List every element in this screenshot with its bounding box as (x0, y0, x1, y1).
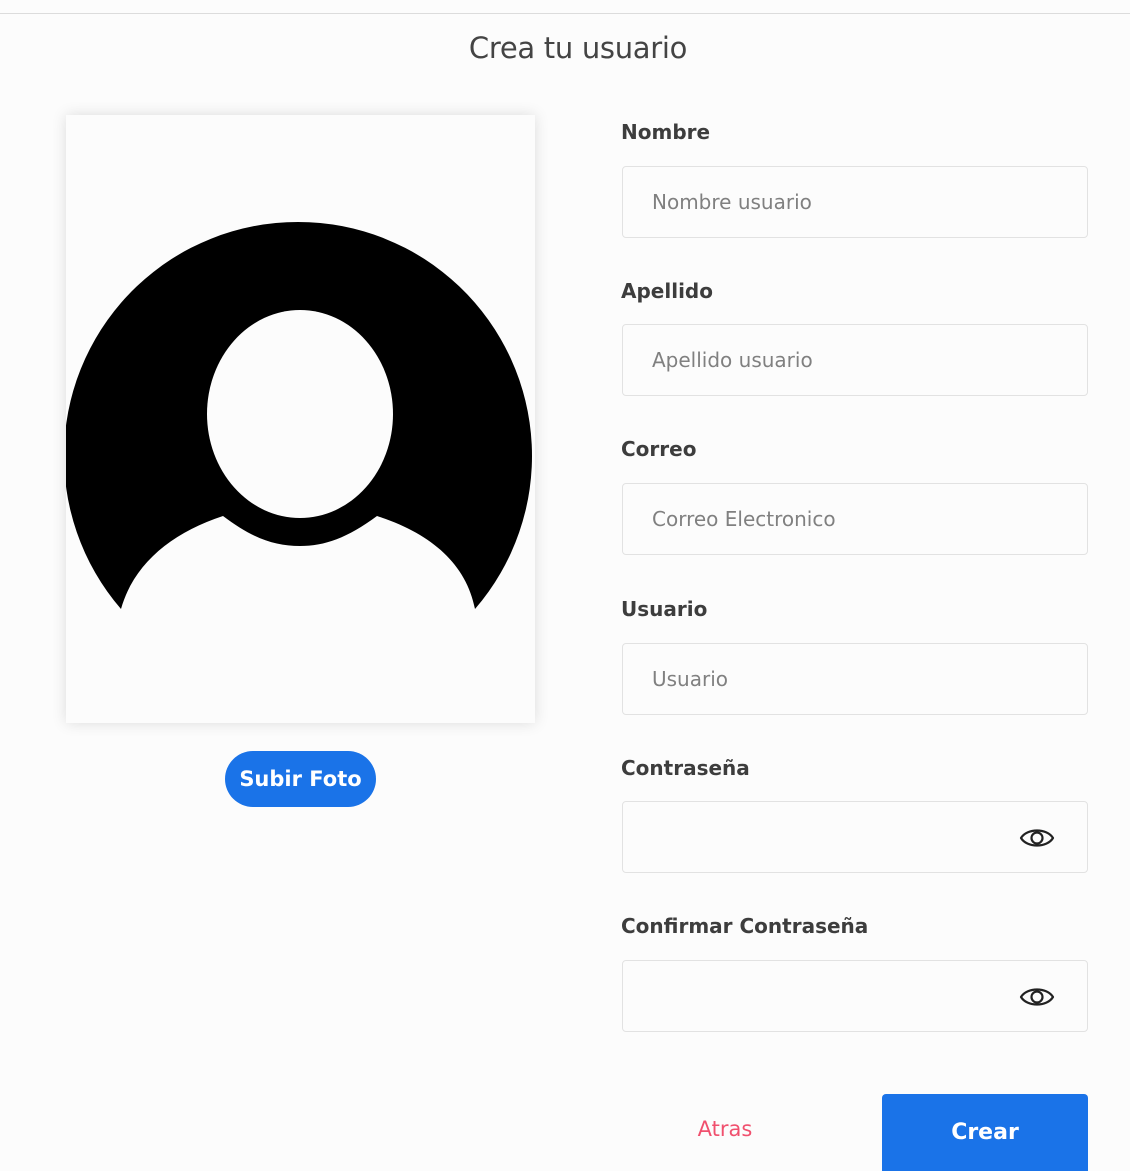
username-label: Usuario (621, 597, 708, 621)
eye-icon (1019, 988, 1055, 1006)
back-link[interactable]: Atras (680, 1117, 770, 1141)
last-name-input[interactable] (623, 325, 1087, 395)
confirm-password-input[interactable] (623, 961, 1087, 1031)
email-field (622, 483, 1088, 555)
profile-photo-preview (66, 115, 535, 723)
email-label: Correo (621, 437, 697, 461)
user-silhouette-icon (66, 221, 532, 609)
create-button[interactable]: Crear (882, 1094, 1088, 1171)
upload-photo-button[interactable]: Subir Foto (225, 751, 376, 807)
show-confirm-password-toggle[interactable] (1019, 983, 1055, 1011)
eye-icon (1019, 829, 1055, 847)
page-title: Crea tu usuario (468, 31, 688, 66)
username-field (622, 643, 1088, 715)
last-name-field (622, 324, 1088, 396)
header-divider (0, 13, 1130, 14)
password-label: Contraseña (621, 756, 750, 780)
confirm-password-label: Confirmar Contraseña (621, 914, 869, 938)
first-name-label: Nombre (621, 120, 711, 144)
email-input[interactable] (623, 484, 1087, 554)
username-input[interactable] (623, 644, 1087, 714)
confirm-password-field (622, 960, 1088, 1032)
last-name-label: Apellido (621, 279, 713, 303)
first-name-input[interactable] (623, 167, 1087, 237)
password-input[interactable] (623, 802, 1087, 872)
password-field (622, 801, 1088, 873)
first-name-field (622, 166, 1088, 238)
show-password-toggle[interactable] (1019, 824, 1055, 852)
